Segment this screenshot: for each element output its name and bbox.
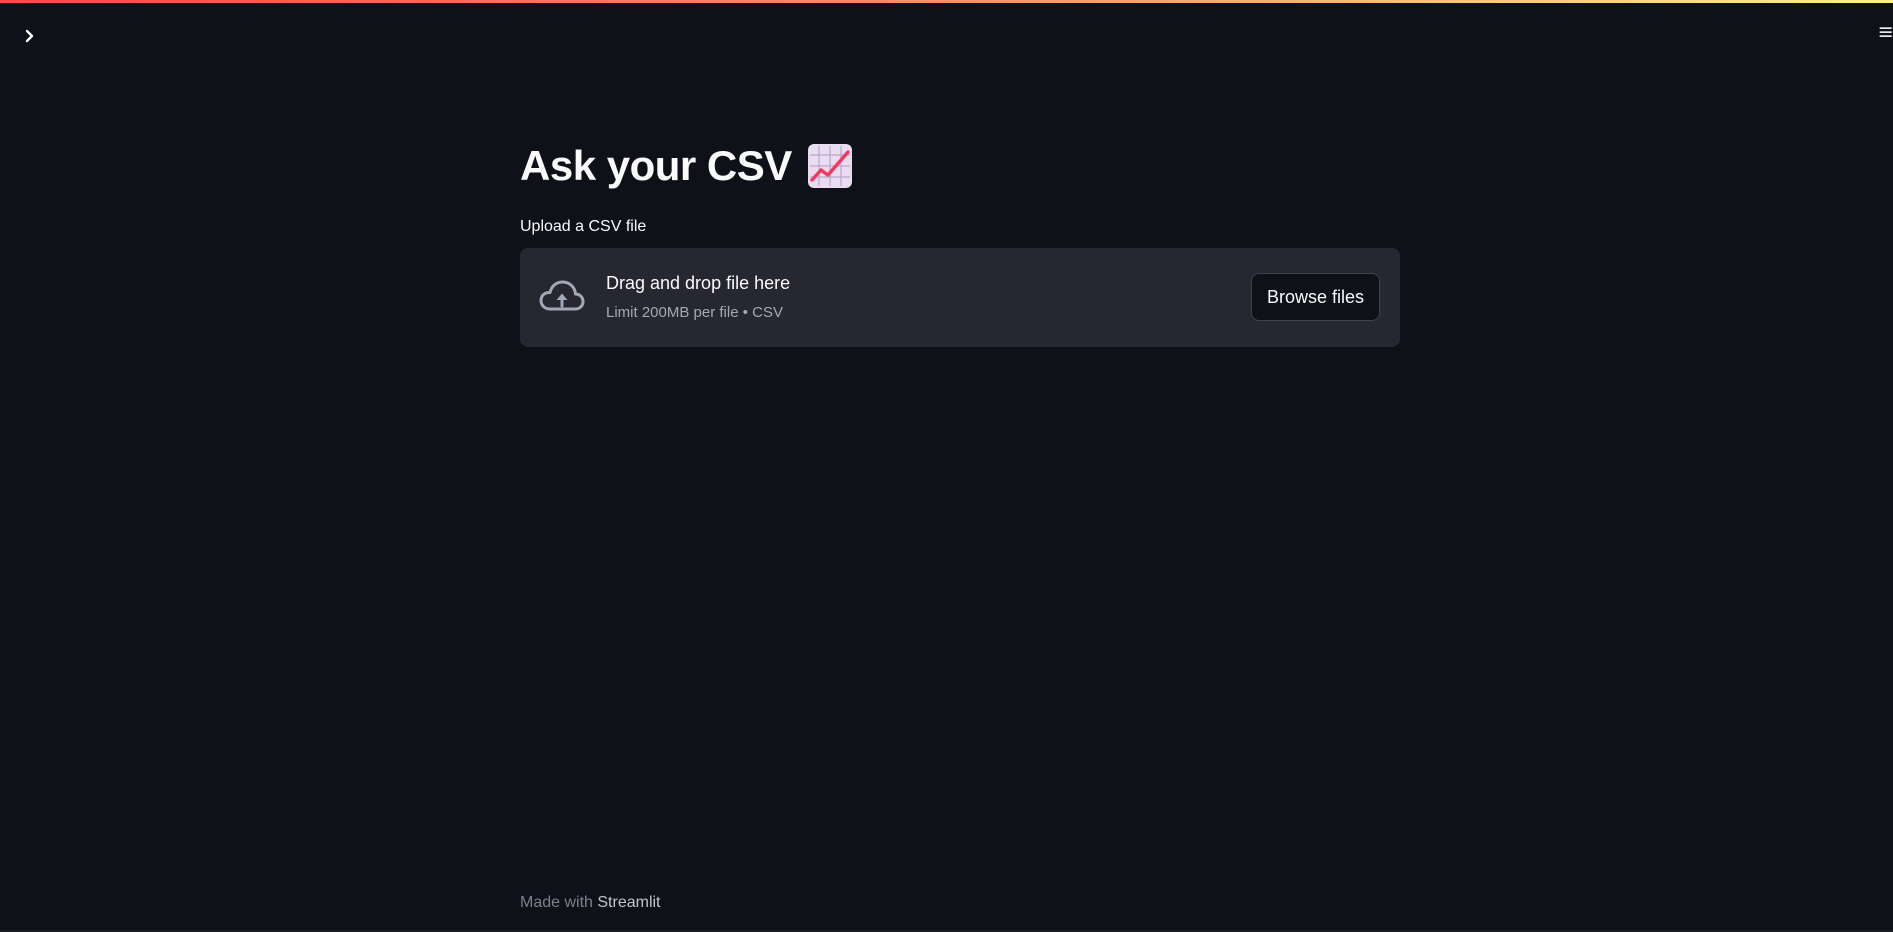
dropzone-limit-text: Limit 200MB per file • CSV (606, 304, 783, 321)
chart-increasing-icon (807, 144, 852, 188)
file-dropzone[interactable]: Drag and drop file here Limit 200MB per … (520, 248, 1400, 347)
browse-files-button[interactable]: Browse files (1250, 273, 1380, 321)
page-title: Ask your CSV (520, 142, 792, 189)
hamburger-menu-icon (1879, 27, 1892, 37)
footer: Made with Streamlit (520, 894, 661, 912)
cloud-upload-icon (539, 280, 585, 311)
dropzone-title: Drag and drop file here (606, 273, 791, 293)
main-menu-button[interactable] (1877, 20, 1893, 44)
sidebar-toggle-button[interactable] (14, 20, 46, 52)
decoration-bar (0, 0, 1893, 3)
uploader-label: Upload a CSV file (520, 218, 647, 235)
chevron-right-icon (25, 29, 34, 43)
streamlit-link[interactable]: Streamlit (597, 894, 660, 911)
title-row: Ask your CSV (520, 140, 854, 192)
footer-prefix: Made with (520, 894, 593, 911)
